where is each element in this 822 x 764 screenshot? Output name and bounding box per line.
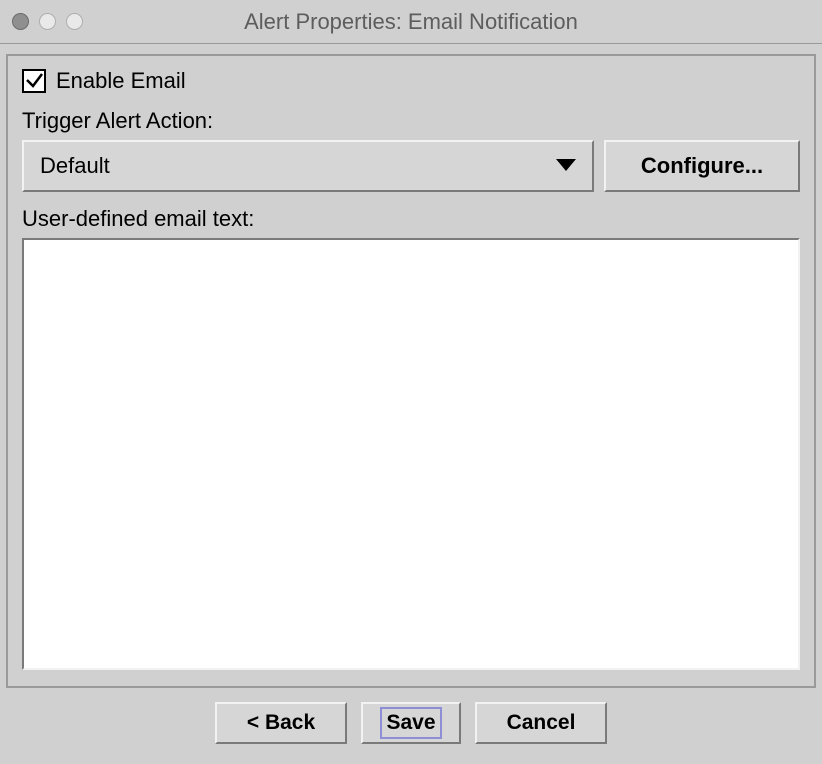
main-panel: Enable Email Trigger Alert Action: Defau…	[6, 54, 816, 688]
dropdown-selected-value: Default	[40, 153, 110, 179]
save-button[interactable]: Save	[361, 702, 461, 744]
checkmark-icon	[25, 72, 43, 90]
back-button[interactable]: < Back	[215, 702, 347, 744]
trigger-action-label: Trigger Alert Action:	[22, 108, 800, 134]
button-bar: < Back Save Cancel	[6, 688, 816, 758]
trigger-action-dropdown[interactable]: Default	[22, 140, 594, 192]
close-window-button[interactable]	[12, 13, 29, 30]
cancel-button[interactable]: Cancel	[475, 702, 607, 744]
configure-button-label: Configure...	[641, 153, 763, 179]
traffic-lights	[12, 13, 83, 30]
back-button-label: < Back	[247, 711, 315, 735]
chevron-down-icon	[556, 153, 576, 179]
window-title: Alert Properties: Email Notification	[0, 9, 822, 35]
trigger-row: Default Configure...	[22, 140, 800, 192]
dialog-window: Alert Properties: Email Notification Ena…	[0, 0, 822, 764]
minimize-window-button[interactable]	[39, 13, 56, 30]
titlebar: Alert Properties: Email Notification	[0, 0, 822, 44]
cancel-button-label: Cancel	[507, 711, 576, 735]
content-area: Enable Email Trigger Alert Action: Defau…	[0, 44, 822, 764]
enable-email-label: Enable Email	[56, 68, 186, 94]
enable-email-checkbox[interactable]	[22, 69, 46, 93]
configure-button[interactable]: Configure...	[604, 140, 800, 192]
email-text-textarea[interactable]	[22, 238, 800, 670]
save-button-label: Save	[382, 709, 439, 737]
email-text-label: User-defined email text:	[22, 206, 800, 232]
enable-email-row: Enable Email	[22, 68, 800, 94]
zoom-window-button[interactable]	[66, 13, 83, 30]
